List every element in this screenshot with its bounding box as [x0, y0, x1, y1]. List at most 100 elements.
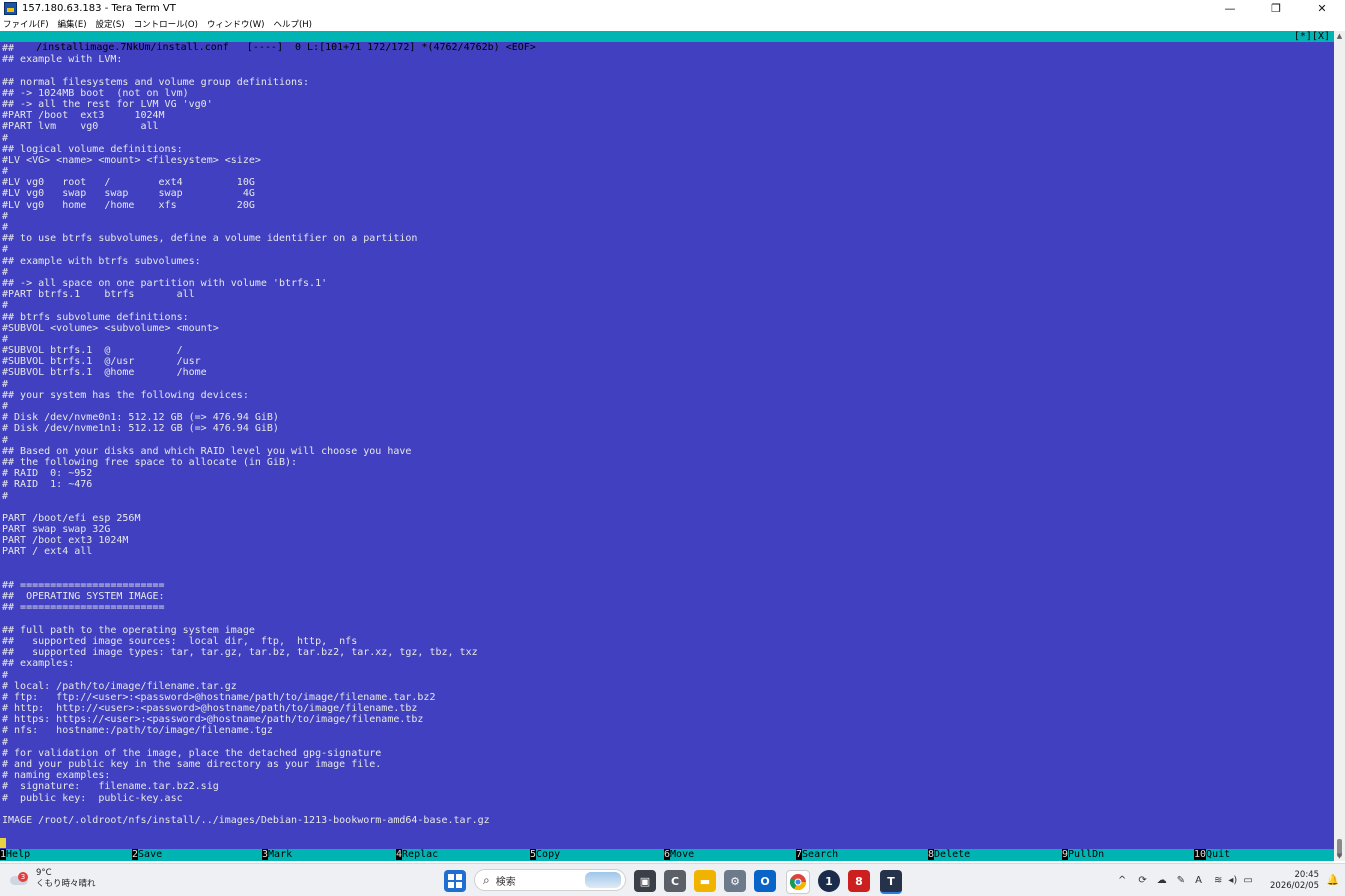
editor-line: # RAID 1: ~476	[2, 479, 93, 491]
system-tray: ^ ⟳ ☁ ✎ A ≋ ◂) ▭	[1118, 864, 1253, 896]
fkey-label: Help	[6, 849, 31, 860]
volume-icon[interactable]: ◂)	[1228, 875, 1237, 886]
editor-line: # RAID 0: ~952	[2, 468, 93, 480]
window-controls: — ❐ ✕	[1207, 0, 1345, 17]
fkey-replac[interactable]: 4Replac	[396, 849, 524, 861]
editor-line: ## ========================	[2, 580, 165, 591]
fkey-label: Save	[138, 849, 163, 860]
tray-chevron-icon[interactable]: ^	[1118, 875, 1126, 886]
editor-line: # Disk /dev/nvme1n1: 512.12 GB (=> 476.9…	[2, 423, 279, 435]
weather-description: くもり時々晴れ	[36, 879, 96, 889]
windows-start-icon[interactable]	[444, 870, 466, 892]
pen-icon[interactable]: ✎	[1177, 875, 1185, 886]
editor-line: PART /boot ext3 1024M	[2, 535, 129, 547]
menu-file[interactable]: ファイル(F)	[3, 18, 49, 30]
editor-line: ## Based on your disks and which RAID le…	[2, 445, 412, 457]
editor-line: #PART lvm vg0 all	[2, 121, 159, 133]
tera-term-app-icon[interactable]	[4, 2, 17, 15]
terminal-screen[interactable]: /installimage.7NkUm/install.conf [----] …	[0, 31, 1334, 861]
app-8-icon[interactable]: 8	[848, 870, 870, 892]
editor-line: #	[2, 401, 9, 412]
editor-line: ## -> all the rest for LVM VG 'vg0'	[2, 98, 213, 110]
editor-line: # http: http://<user>:<password>@hostnam…	[2, 703, 418, 715]
editor-line: ## the following free space to allocate …	[2, 456, 298, 468]
fkey-search[interactable]: 7Search	[796, 849, 924, 861]
minimize-button[interactable]: —	[1207, 0, 1253, 17]
scroll-up-icon[interactable]: ▲	[1334, 31, 1345, 41]
file-explorer-icon[interactable]: ▬	[694, 870, 716, 892]
menu-settings[interactable]: 設定(S)	[96, 18, 125, 30]
editor-line: ## supported image types: tar, tar.gz, t…	[2, 647, 478, 659]
editor-line: #	[2, 266, 9, 278]
editor-line: #SUBVOL <volume> <subvolume> <mount>	[2, 322, 219, 334]
task-view-icon[interactable]: ▣	[634, 870, 656, 892]
editor-line: #	[2, 244, 9, 256]
battery-icon[interactable]: ▭	[1243, 875, 1252, 886]
editor-line: #	[2, 166, 9, 178]
scroll-down-icon[interactable]: ▼	[1334, 851, 1345, 861]
settings-icon[interactable]: ⚙	[724, 870, 746, 892]
editor-status-bar: /installimage.7NkUm/install.conf [----] …	[0, 31, 1334, 53]
fkey-number: 10	[1194, 849, 1207, 860]
fkey-move[interactable]: 6Move	[664, 849, 792, 861]
editor-line: #	[2, 300, 9, 312]
editor-line: #	[2, 222, 9, 233]
notification-icon[interactable]: 🔔	[1327, 864, 1339, 896]
fkey-pulldn[interactable]: 9PullDn	[1062, 849, 1190, 861]
menu-control[interactable]: コントロール(O)	[134, 18, 198, 30]
terminal-c-icon[interactable]: C	[664, 870, 686, 892]
tera-term-icon[interactable]: T	[880, 870, 902, 894]
taskbar: 3 9°C くもり時々晴れ ⌕ 検索 ▣ C ▬ ⚙ O 1 8 T ^ ⟳ ☁…	[0, 863, 1345, 896]
menu-help[interactable]: ヘルプ(H)	[273, 18, 312, 30]
editor-line: ## -> all space on one partition with vo…	[2, 277, 328, 289]
wifi-icon[interactable]: ≋	[1214, 875, 1222, 886]
editor-line: #	[2, 490, 9, 502]
weather-badge: 3	[18, 872, 28, 882]
1password-icon[interactable]: 1	[818, 870, 840, 892]
fkey-copy[interactable]: 5Copy	[530, 849, 658, 861]
menu-edit[interactable]: 編集(E)	[58, 18, 87, 30]
editor-line: #LV <VG> <name> <mount> <filesystem> <si…	[2, 154, 261, 166]
taskbar-search[interactable]: ⌕ 検索	[474, 869, 626, 891]
fkey-mark[interactable]: 3Mark	[262, 849, 390, 861]
editor-line: #LV vg0 home /home xfs 20G	[2, 199, 255, 211]
fkey-save[interactable]: 2Save	[132, 849, 260, 861]
editor-line: #	[2, 333, 9, 345]
terminal-scrollbar[interactable]: ▲ ▼	[1334, 31, 1345, 861]
editor-line: # for validation of the image, place the…	[2, 747, 382, 759]
fkey-quit[interactable]: 10Quit	[1194, 849, 1322, 861]
chrome-icon[interactable]	[786, 870, 810, 894]
editor-line: #	[2, 434, 9, 446]
weather-widget[interactable]: 3 9°C くもり時々晴れ	[10, 868, 96, 890]
editor-line: #LV vg0 swap swap swap 4G	[2, 188, 255, 200]
fkey-delete[interactable]: 8Delete	[928, 849, 1056, 861]
editor-text-area[interactable]: ## ## example with LVM: ## normal filesyst…	[2, 43, 1332, 849]
ime-icon[interactable]: A	[1195, 875, 1202, 886]
editor-line: ##	[2, 43, 15, 54]
taskbar-clock[interactable]: 20:45 2026/02/05	[1270, 870, 1319, 892]
fkey-help[interactable]: 1Help	[0, 849, 128, 861]
editor-line: # public key: public-key.asc	[2, 792, 183, 804]
close-button[interactable]: ✕	[1299, 0, 1345, 17]
search-input[interactable]: 検索	[496, 873, 516, 888]
editor-line: #PART btrfs.1 btrfs all	[2, 289, 195, 301]
fkey-label: Replac	[402, 849, 439, 860]
window-titlebar[interactable]: 157.180.63.183 - Tera Term VT — ❐ ✕	[0, 0, 1345, 17]
maximize-button[interactable]: ❐	[1253, 0, 1299, 17]
menu-window[interactable]: ウィンドウ(W)	[207, 18, 265, 30]
outlook-icon[interactable]: O	[754, 870, 776, 892]
desktop: 157.180.63.183 - Tera Term VT — ❐ ✕ ファイル…	[0, 0, 1345, 896]
fkey-label: Search	[802, 849, 839, 860]
editor-line: #	[2, 669, 9, 681]
editor-line: # https: https://<user>:<password>@hostn…	[2, 714, 424, 726]
onedrive-icon[interactable]: ☁	[1157, 875, 1167, 886]
search-highlight-image	[585, 872, 621, 888]
editor-line: ## your system has the following devices…	[2, 389, 249, 401]
window-title: 157.180.63.183 - Tera Term VT	[22, 3, 176, 14]
editor-line: #SUBVOL btrfs.1 @ /	[2, 345, 183, 357]
sync-icon[interactable]: ⟳	[1138, 875, 1146, 886]
